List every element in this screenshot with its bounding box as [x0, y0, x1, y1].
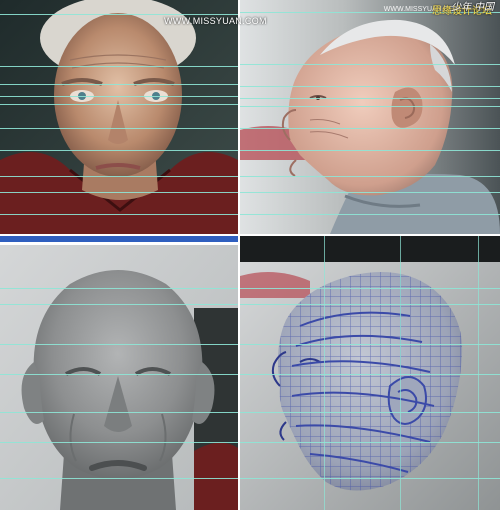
site-url: WWW.MISSYUAN.COM: [164, 16, 267, 26]
guide-line: [240, 150, 500, 151]
wireframe-head-render: [240, 236, 500, 510]
guide-line: [240, 98, 500, 99]
image-canvas: WWW.MISSYUAN.COM 思缘设计论坛 WWW.MISSYUAN.COM…: [0, 0, 500, 510]
guide-line: [0, 344, 238, 345]
front-photo-panel: [0, 0, 238, 234]
vertical-guide-line: [478, 236, 479, 510]
guide-line: [240, 128, 500, 129]
guide-line: [240, 344, 500, 345]
guide-line: [240, 478, 500, 479]
guide-line: [240, 214, 500, 215]
model-profile-panel: [240, 236, 500, 510]
guide-line: [240, 192, 500, 193]
guide-line: [0, 374, 238, 375]
guide-line: [240, 304, 500, 305]
profile-photo-panel: WWW.MISSYUAN.COM: [240, 0, 500, 234]
guide-line: [0, 288, 238, 289]
guide-line: [240, 374, 500, 375]
guide-line: [0, 104, 238, 105]
viewport-divider: [0, 242, 238, 245]
guide-line: [240, 106, 500, 107]
guide-line: [0, 128, 238, 129]
vertical-guide-line: [324, 236, 325, 510]
guide-line: [0, 304, 238, 305]
guide-line: [0, 478, 238, 479]
model-front-panel: [0, 236, 238, 510]
guide-line: [0, 66, 238, 67]
guide-line: [240, 288, 500, 289]
site-logo-text: 少年 中国: [451, 2, 494, 13]
guide-line: [240, 412, 500, 413]
guide-line: [240, 64, 500, 65]
guide-line: [0, 214, 238, 215]
guide-line: [240, 176, 500, 177]
guide-line: [0, 192, 238, 193]
profile-photo: [240, 0, 500, 234]
clay-head-render: [0, 236, 238, 510]
guide-line: [0, 150, 238, 151]
guide-line: [240, 442, 500, 443]
guide-line: [0, 442, 238, 443]
guide-line: [0, 96, 238, 97]
guide-line: [240, 86, 500, 87]
guide-line: [0, 412, 238, 413]
guide-line: [0, 84, 238, 85]
guide-line: [0, 14, 238, 15]
front-photo: [0, 0, 238, 234]
guide-line: [0, 176, 238, 177]
vertical-guide-line: [400, 236, 401, 510]
